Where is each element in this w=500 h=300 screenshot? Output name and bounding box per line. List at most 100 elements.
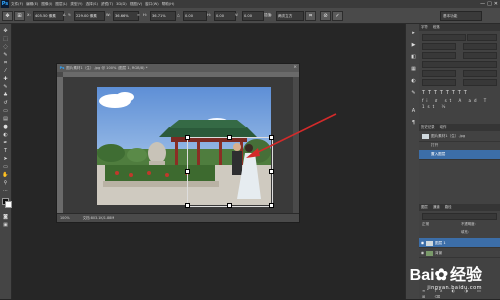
history-panel-tabs: 历史记录 动作 — [419, 124, 500, 131]
link-icon[interactable]: ∞ — [137, 11, 140, 20]
workspace-select[interactable]: 基本功能 — [440, 11, 482, 21]
brush-panel-icon[interactable]: ✎ — [410, 90, 417, 96]
healing-icon[interactable]: ✚ — [2, 76, 9, 82]
text-style-buttons[interactable]: TTTTTTTT — [422, 90, 496, 96]
menu-help[interactable]: 帮助(H) — [162, 0, 175, 8]
transform-handle-b[interactable] — [227, 203, 232, 208]
eye-icon[interactable]: ◉ — [419, 248, 426, 257]
transform-handle-br[interactable] — [269, 203, 274, 208]
history-item[interactable]: 置入图层 — [419, 150, 500, 160]
zoom-icon[interactable]: ⚲ — [2, 180, 9, 186]
gradient-icon[interactable]: ▤ — [2, 116, 9, 122]
move-icon[interactable]: ✥ — [2, 28, 9, 34]
actions-panel-icon[interactable]: ▶ — [410, 42, 417, 48]
x-field[interactable]: 405.50 像素 — [33, 11, 64, 21]
tab-channels[interactable]: 通道 — [431, 205, 442, 209]
baseline-field[interactable] — [422, 79, 456, 86]
angle-field[interactable]: 0.00 — [183, 11, 207, 21]
blend-mode-select[interactable]: 正常 — [422, 221, 429, 228]
tab-character[interactable]: 字符 — [419, 25, 430, 29]
character-panel-icon[interactable]: A — [410, 108, 417, 114]
tab-history[interactable]: 历史记录 — [419, 125, 437, 129]
tab-layers[interactable]: 图层 — [419, 205, 430, 209]
document-tab[interactable]: Ps 图片素材1（生）.jpg @ 100% (图层 1, RGB/8) * × — [57, 64, 299, 72]
menu-edit[interactable]: 编辑(E) — [26, 0, 38, 8]
font-size-field[interactable] — [422, 43, 456, 50]
h-skew-field[interactable]: 0.00 — [214, 11, 236, 21]
menu-file[interactable]: 文件(F) — [11, 0, 23, 8]
close-button[interactable]: ✕ — [494, 0, 498, 8]
transform-handle-bl[interactable] — [185, 203, 190, 208]
kerning-field[interactable] — [422, 52, 456, 59]
document-close-icon[interactable]: × — [293, 64, 297, 72]
cancel-transform-icon[interactable]: ⊘ — [320, 11, 331, 21]
brush-icon[interactable]: ✎ — [2, 84, 9, 90]
layer-filter-row[interactable] — [422, 213, 497, 220]
font-family-select[interactable] — [422, 34, 466, 41]
quick-select-icon[interactable]: ✎ — [2, 52, 9, 58]
menu-window[interactable]: 窗口(W) — [145, 0, 159, 8]
maximize-button[interactable]: □ — [487, 0, 492, 8]
menu-filter[interactable]: 滤镜(T) — [101, 0, 113, 8]
history-panel-icon[interactable]: ▸ — [410, 30, 417, 36]
eye-icon[interactable]: ◉ — [419, 238, 426, 247]
transform-handle-tl[interactable] — [185, 135, 190, 140]
leading-field[interactable] — [463, 43, 497, 50]
clone-stamp-icon[interactable]: ♣ — [2, 92, 9, 98]
h-field[interactable]: 36.71% — [150, 11, 176, 21]
minimize-button[interactable]: — — [480, 0, 485, 8]
menu-view[interactable]: 视图(V) — [130, 0, 142, 8]
transform-handle-l[interactable] — [185, 169, 190, 174]
blur-icon[interactable]: ● — [2, 124, 9, 130]
type-icon[interactable]: T — [2, 148, 9, 154]
swatches-panel-icon[interactable]: ▦ — [410, 66, 417, 72]
font-style-select[interactable] — [467, 34, 497, 41]
crop-icon[interactable]: ⌗ — [2, 60, 9, 66]
move-tool-icon[interactable]: ✥ — [2, 11, 13, 21]
hand-icon[interactable]: ✋ — [2, 172, 9, 178]
w-field[interactable]: 36.66% — [113, 11, 139, 21]
v-skew-field[interactable]: 0.00 — [242, 11, 264, 21]
menu-image[interactable]: 图像(I) — [41, 0, 52, 8]
more-tools-icon[interactable]: ⋯ — [2, 188, 9, 194]
adjust-panel-icon[interactable]: ◐ — [410, 78, 417, 84]
commit-transform-icon[interactable]: ✓ — [332, 11, 343, 21]
shape-icon[interactable]: ▭ — [2, 164, 9, 170]
scale-field[interactable] — [422, 61, 497, 68]
menu-layer[interactable]: 图层(L) — [55, 0, 67, 8]
eraser-icon[interactable]: ▭ — [2, 108, 9, 114]
opentype-buttons[interactable]: fi σ st A ad T 1st ½ — [422, 98, 496, 109]
menu-3d[interactable]: 3D(D) — [116, 0, 127, 8]
background-color-swatch[interactable] — [5, 201, 12, 208]
transform-handle-r[interactable] — [269, 169, 274, 174]
marquee-icon[interactable]: ⬚ — [2, 36, 9, 42]
eyedropper-icon[interactable]: ⁄ — [2, 68, 9, 74]
layer-row[interactable]: ◉ 背景 — [419, 248, 500, 258]
color-panel-icon[interactable]: ◧ — [410, 54, 417, 60]
tracking-field[interactable] — [463, 52, 497, 59]
horizontal-scale-field[interactable] — [463, 70, 497, 77]
paragraph-panel-icon[interactable]: ¶ — [410, 120, 417, 126]
history-brush-icon[interactable]: ↺ — [2, 100, 9, 106]
text-color-swatch[interactable] — [463, 79, 497, 86]
tab-paragraph[interactable]: 段落 — [431, 25, 442, 29]
quick-mask-icon[interactable]: ◙ — [2, 214, 9, 220]
menu-type[interactable]: 类型(Y) — [70, 0, 82, 8]
layer-row[interactable]: ◉ 图层 1 — [419, 238, 500, 248]
reference-point-icon[interactable]: ⊞ — [14, 11, 25, 21]
warp-icon[interactable]: ⌗ — [305, 11, 316, 21]
y-field[interactable]: 229.00 像素 — [74, 11, 105, 21]
screen-mode-icon[interactable]: ▣ — [2, 222, 9, 228]
menu-select[interactable]: 选择(S) — [86, 0, 98, 8]
transform-handle-t[interactable] — [227, 135, 232, 140]
pen-icon[interactable]: ✒ — [2, 140, 9, 146]
lasso-icon[interactable]: ◌ — [2, 44, 9, 50]
zoom-level[interactable]: 100% — [60, 216, 70, 220]
path-select-icon[interactable]: ➤ — [2, 156, 9, 162]
dodge-icon[interactable]: ◐ — [2, 132, 9, 138]
vertical-scale-field[interactable] — [422, 70, 456, 77]
layers-panel-tabs: 图层 通道 路径 — [419, 204, 500, 211]
tab-paths[interactable]: 路径 — [443, 205, 454, 209]
tab-actions[interactable]: 动作 — [438, 125, 449, 129]
interpolation-select[interactable]: 两次立方 — [276, 11, 304, 21]
